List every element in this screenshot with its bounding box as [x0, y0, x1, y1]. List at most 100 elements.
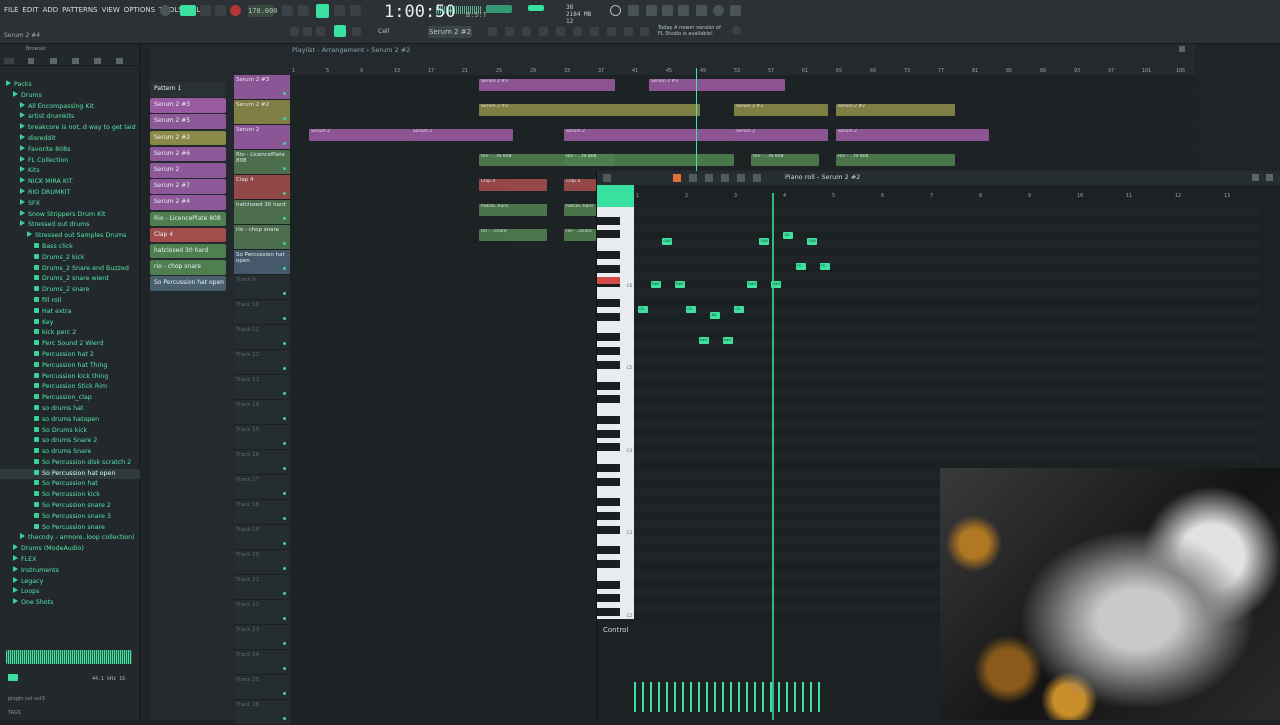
playlist-clip[interactable]: Serum 2 [411, 129, 513, 141]
play-button[interactable] [200, 5, 211, 16]
playlist-clip[interactable]: Serum 2 [564, 129, 734, 141]
browser-folder[interactable]: FL Collection [0, 155, 140, 167]
playlist-clip[interactable]: Clap 4 [479, 179, 547, 191]
velocity-bar[interactable] [730, 682, 732, 712]
black-key[interactable] [597, 333, 620, 342]
black-key[interactable] [597, 264, 620, 273]
pattern-song-toggle-icon[interactable] [160, 5, 171, 16]
snap-value[interactable]: Cell [378, 28, 389, 35]
midi-note[interactable]: G#5 [759, 238, 770, 245]
draw-pencil-icon[interactable] [673, 174, 681, 182]
track-header[interactable]: So Percussion hat open [234, 250, 290, 275]
velocity-bar[interactable] [674, 682, 676, 712]
sample-preview-waveform[interactable] [6, 650, 132, 664]
pattern-picker-item[interactable]: Serum 2 #7 [150, 179, 226, 194]
black-key[interactable] [597, 216, 620, 225]
browser-folder[interactable]: thecndy - armore..loop collection) [0, 533, 140, 544]
browser-file[interactable]: kick perc 2 [0, 328, 140, 339]
track-enable-icon[interactable] [283, 592, 286, 595]
browser-file[interactable]: so drums hatopen [0, 415, 140, 426]
snap-next-icon[interactable] [303, 27, 312, 36]
preview-play-icon[interactable] [8, 674, 18, 681]
pattern-picker-item[interactable]: hatclosed 30 hard [150, 243, 226, 259]
velocity-bar[interactable] [706, 682, 708, 712]
playlist-clip[interactable]: Serum 2 #2 [836, 104, 955, 116]
track-header[interactable]: Rio - LicencePlate 808 [234, 150, 290, 175]
browser-back-icon[interactable] [50, 58, 57, 64]
browser-file[interactable]: So Percussion disk scratch 2 [0, 458, 140, 469]
browser-options-icon[interactable] [4, 58, 14, 64]
track-enable-icon[interactable] [283, 642, 286, 645]
browser-folder[interactable]: Kits [0, 166, 140, 177]
track-enable-icon[interactable] [283, 667, 286, 670]
black-key[interactable] [597, 443, 620, 452]
browser-file[interactable]: So Drums kick [0, 426, 140, 437]
tags-list[interactable]: plugin vst vst3 [8, 696, 45, 702]
black-key[interactable] [597, 251, 620, 260]
midi-note[interactable]: A#4 [722, 337, 733, 345]
velocity-bar[interactable] [810, 682, 812, 712]
browser-file[interactable]: Percussion_clap [0, 393, 140, 404]
velocity-bar[interactable] [762, 682, 764, 712]
black-key[interactable] [597, 429, 620, 438]
menu-edit[interactable]: EDIT [22, 6, 38, 14]
black-key[interactable] [597, 415, 620, 424]
track-enable-icon[interactable] [283, 292, 286, 295]
browser-view-icon[interactable] [72, 58, 79, 64]
velocity-bar[interactable] [754, 682, 756, 712]
track-enable-icon[interactable] [283, 142, 286, 145]
browser-file[interactable]: Drums_2 snare [0, 285, 140, 296]
browser-folder[interactable]: Drums [0, 90, 140, 102]
browser-folder[interactable]: RIO DRUMKIT [0, 187, 140, 199]
piano-roll-icon[interactable] [539, 27, 548, 36]
playlist-icon[interactable] [505, 27, 514, 36]
track-header[interactable]: Track 19 [234, 525, 290, 550]
browser-file[interactable]: So Percussion hat open [0, 468, 140, 480]
project-info-icon[interactable] [624, 27, 633, 36]
stop-button[interactable] [215, 5, 226, 16]
track-header[interactable]: Track 13 [234, 375, 290, 400]
piano-roll-maximize-icon[interactable] [1252, 174, 1259, 181]
browser-file[interactable]: Percussion hat Thing [0, 361, 140, 372]
black-key[interactable] [597, 580, 620, 589]
black-key[interactable] [597, 230, 620, 239]
browser-file[interactable]: fill roll [0, 296, 140, 307]
track-enable-icon[interactable] [283, 392, 286, 395]
playlist-clip[interactable]: Serum 2 [836, 129, 989, 141]
update-notice[interactable]: Today A newer version of FL Studio is av… [658, 25, 721, 37]
song-mode-button[interactable] [180, 5, 196, 16]
midi-note[interactable]: B4 [710, 312, 721, 320]
pattern-picker-item[interactable]: Rio - LicencePlate 808 [150, 211, 226, 227]
black-key[interactable] [597, 381, 620, 390]
countdown-button[interactable] [316, 4, 329, 18]
velocity-bar[interactable] [690, 682, 692, 712]
track-header[interactable]: Track 17 [234, 475, 290, 500]
midi-note[interactable]: G#5 [662, 238, 673, 245]
track-enable-icon[interactable] [283, 92, 286, 95]
playlist-clip[interactable]: Serum 2 #2 [734, 104, 828, 116]
plugin-icon[interactable] [730, 5, 741, 16]
metronome-icon[interactable] [282, 5, 293, 16]
velocity-bar[interactable] [746, 682, 748, 712]
track-enable-icon[interactable] [283, 242, 286, 245]
track-enable-icon[interactable] [283, 542, 286, 545]
touch-keyboard-icon[interactable] [607, 27, 616, 36]
browser-folder[interactable]: Stressed out drums [0, 220, 140, 231]
playlist-close-icon[interactable] [1179, 46, 1185, 52]
piano-roll-playhead[interactable] [772, 193, 774, 720]
browser-folder[interactable]: Stressed out Samples Drums [0, 231, 140, 242]
velocity-bar[interactable] [714, 682, 716, 712]
cpu-icon[interactable] [610, 5, 621, 16]
browser-folder[interactable]: Favorite 808s [0, 144, 140, 156]
velocity-bar[interactable] [634, 682, 636, 712]
midi-note[interactable]: C5 [734, 306, 745, 314]
browser-folder[interactable]: All Encompassing Kit [0, 101, 140, 113]
playlist-clip[interactable]: Serum 2 #3 [649, 79, 785, 91]
track-header[interactable]: Track 22 [234, 600, 290, 625]
black-key[interactable] [597, 477, 620, 486]
microphone-icon[interactable] [646, 5, 657, 16]
track-enable-icon[interactable] [283, 342, 286, 345]
velocity-bar[interactable] [698, 682, 700, 712]
plugin-picker-icon[interactable] [590, 27, 599, 36]
track-header[interactable]: Track 26 [234, 700, 290, 725]
